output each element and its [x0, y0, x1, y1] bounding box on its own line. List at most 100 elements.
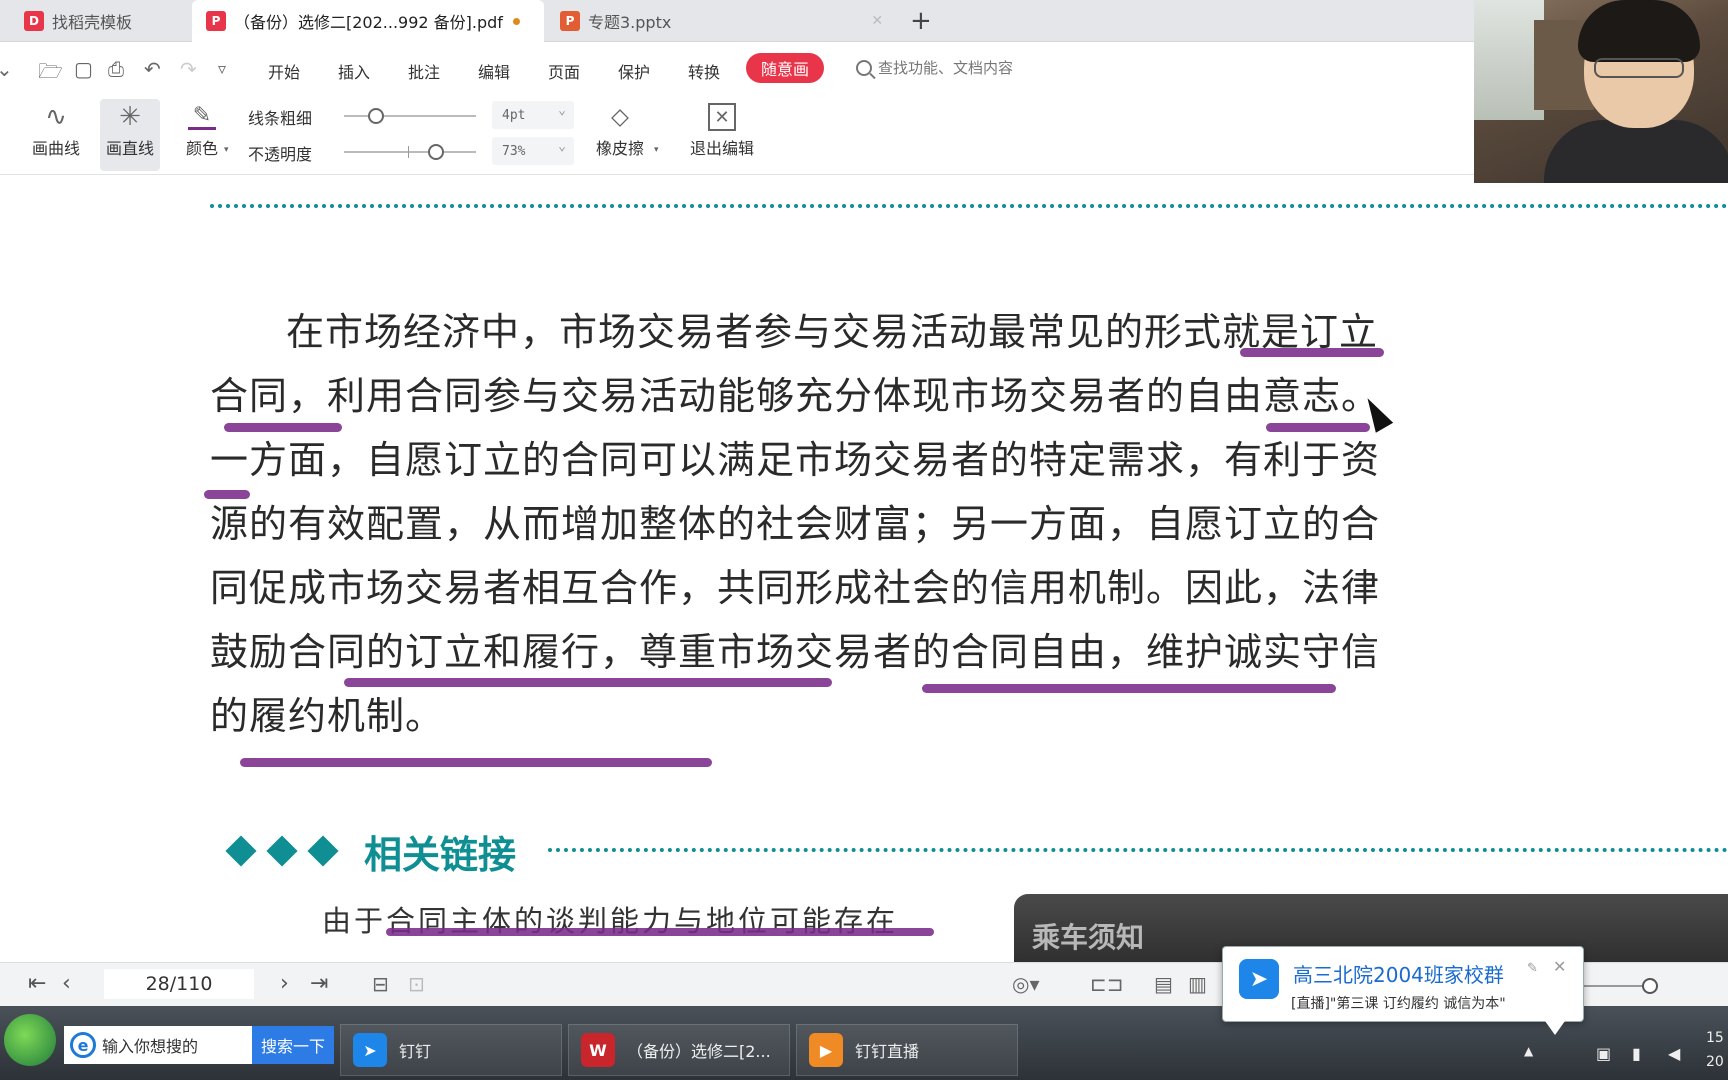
- document-page: 在市场经济中，市场交易者参与交易活动最常见的形式就是订立合同，利用合同参与交易活…: [0, 176, 1728, 962]
- taskbar-app-label: （备份）选修二[2...: [627, 1042, 771, 1061]
- notification-message: [直播]"第三课 订约履约 诚信为本": [1291, 996, 1506, 1012]
- menu-annotate[interactable]: 批注: [408, 59, 440, 83]
- color-dropdown-icon[interactable]: ▾: [224, 145, 229, 155]
- dingtalk-live-icon: ▶: [809, 1033, 843, 1067]
- start-button[interactable]: [4, 1014, 56, 1066]
- photo-caption: 乘车须知: [1032, 921, 1145, 954]
- rotate-icon[interactable]: ⊟: [372, 972, 389, 996]
- clock-time[interactable]: 15: [1706, 1030, 1724, 1046]
- opacity-slider[interactable]: [344, 144, 476, 160]
- eraser-label: 橡皮擦: [596, 139, 645, 158]
- thickness-slider[interactable]: [344, 108, 476, 124]
- eraser-icon: ⬦: [610, 101, 630, 132]
- exit-edit-button[interactable]: ✕ 退出编辑: [690, 99, 754, 159]
- notification-title: 高三北院2004班家校群: [1293, 963, 1504, 987]
- wps-icon: W: [581, 1033, 615, 1067]
- dingtalk-notification[interactable]: ➤ 高三北院2004班家校群 [直播]"第三课 订约履约 诚信为本" ✎ ✕: [1222, 946, 1584, 1035]
- page-number-field[interactable]: 28/110: [104, 969, 254, 999]
- diamond-bullet-icon: [225, 835, 257, 867]
- taskbar-search-button[interactable]: 搜索一下: [252, 1026, 334, 1064]
- ie-icon: e: [70, 1032, 96, 1058]
- search-icon: [856, 59, 872, 76]
- annotation-underline: [1266, 423, 1370, 432]
- print-icon[interactable]: ⎙: [108, 57, 124, 81]
- customize-dropdown-icon[interactable]: ▿: [218, 59, 226, 78]
- pin-icon[interactable]: ✎: [1527, 961, 1538, 976]
- draw-line-tool[interactable]: ✳ 画直线: [100, 99, 161, 171]
- tab-label: 找稻壳模板: [52, 13, 133, 32]
- close-icon[interactable]: ✕: [1553, 957, 1566, 976]
- pen-color-icon: ✎: [188, 99, 216, 135]
- tab-docer-templates[interactable]: D 找稻壳模板: [16, 0, 184, 42]
- pdf-app-window: D 找稻壳模板 P （备份）选修二[202...992 备份].pdf P 专题…: [0, 0, 1728, 1080]
- fit-width-icon[interactable]: ⊏⊐: [1090, 972, 1124, 996]
- next-page-icon[interactable]: ›: [280, 971, 289, 996]
- unsaved-dot-icon: [512, 17, 520, 25]
- eraser-tool[interactable]: ⬦ 橡皮擦: [596, 99, 644, 159]
- diamond-bullet-icon: [266, 835, 298, 867]
- prev-page-icon[interactable]: ‹: [62, 971, 71, 996]
- single-page-icon[interactable]: ▤: [1154, 972, 1173, 996]
- taskbar-app-dingtalk[interactable]: ➤ 钉钉: [340, 1024, 562, 1076]
- close-tab-icon[interactable]: ✕: [871, 13, 883, 29]
- color-picker[interactable]: ✎ 颜色: [186, 99, 218, 159]
- eraser-dropdown-icon[interactable]: ▾: [654, 145, 659, 155]
- thickness-select[interactable]: 4pt: [492, 101, 574, 129]
- feature-search[interactable]: 查找功能、文档内容: [856, 57, 1013, 78]
- notification-tail: [1545, 1021, 1565, 1035]
- menu-start[interactable]: 开始: [268, 59, 300, 83]
- first-page-icon[interactable]: ⇤: [28, 971, 46, 996]
- taskbar-app-dingtalk-live[interactable]: ▶ 钉钉直播: [796, 1024, 1018, 1076]
- webcam-person-body: [1544, 120, 1728, 183]
- draw-toolbar: ∿ 画曲线 ✳ 画直线 ✎ 颜色 ▾ 线条粗细 4pt 不透明度 73% ⬦: [0, 95, 1728, 175]
- diamond-bullet-icon: [307, 835, 339, 867]
- menu-edit[interactable]: 编辑: [478, 59, 510, 83]
- exit-fullscreen-icon[interactable]: ⊡: [408, 972, 425, 996]
- opacity-select[interactable]: 73%: [492, 137, 574, 165]
- open-folder-icon[interactable]: 🗁: [38, 57, 63, 91]
- draw-curve-label: 画曲线: [32, 139, 81, 158]
- dingtalk-icon: ➤: [353, 1033, 387, 1067]
- menu-protect[interactable]: 保护: [618, 59, 650, 83]
- save-icon[interactable]: ▢: [74, 57, 93, 81]
- opacity-label: 不透明度: [248, 145, 313, 164]
- exit-icon: ✕: [708, 99, 736, 135]
- search-placeholder: 查找功能、文档内容: [878, 59, 1014, 77]
- tab-pptx-document[interactable]: P 专题3.pptx ✕: [556, 0, 884, 42]
- draw-line-label: 画直线: [106, 139, 155, 158]
- opacity-knob[interactable]: [428, 144, 444, 160]
- line-sparkle-icon: ✳: [119, 102, 141, 132]
- annotation-underline: [1240, 348, 1384, 357]
- section-title: 相关链接: [364, 833, 517, 877]
- dotted-divider: [210, 204, 1728, 208]
- new-tab-button[interactable]: +: [910, 6, 932, 36]
- taskbar-search-input[interactable]: e 输入你想搜的: [64, 1026, 252, 1064]
- webcam-overlay: [1474, 0, 1728, 183]
- menu-convert[interactable]: 转换: [688, 59, 720, 83]
- volume-icon[interactable]: ◀: [1668, 1044, 1680, 1063]
- thickness-knob[interactable]: [368, 108, 384, 124]
- tab-strip: D 找稻壳模板 P （备份）选修二[202...992 备份].pdf P 专题…: [0, 0, 1728, 42]
- webcam-person-glasses: [1594, 58, 1684, 78]
- eye-protection-icon[interactable]: ◎▾: [1012, 972, 1040, 996]
- two-page-icon[interactable]: ▥: [1188, 972, 1207, 996]
- collapse-icon[interactable]: ⌄: [0, 57, 13, 81]
- zoom-knob[interactable]: [1642, 978, 1658, 994]
- tray-clipboard-icon[interactable]: ▣: [1596, 1044, 1611, 1063]
- network-icon[interactable]: ▮: [1632, 1044, 1641, 1063]
- menu-freehand-draw[interactable]: 随意画: [746, 53, 824, 83]
- menu-row: ⌄ 🗁 ▢ ⎙ ↶ ↷ ▿ 开始 插入 批注 编辑 页面 保护 转换 随意画 查…: [0, 43, 1728, 95]
- section-dotted-divider: [548, 848, 1728, 852]
- draw-curve-tool[interactable]: ∿ 画曲线: [32, 99, 80, 159]
- clock-date[interactable]: 20: [1706, 1054, 1724, 1070]
- menu-page[interactable]: 页面: [548, 59, 580, 83]
- taskbar-app-label: 钉钉: [399, 1042, 432, 1061]
- menu-insert[interactable]: 插入: [338, 59, 370, 83]
- redo-icon[interactable]: ↷: [180, 57, 197, 81]
- annotation-underline: [922, 684, 1336, 693]
- undo-icon[interactable]: ↶: [144, 57, 161, 81]
- taskbar-app-wps-pdf[interactable]: W （备份）选修二[2...: [568, 1024, 790, 1076]
- tray-expand-icon[interactable]: ▲: [1524, 1044, 1533, 1058]
- tab-pdf-document[interactable]: P （备份）选修二[202...992 备份].pdf: [192, 0, 544, 42]
- last-page-icon[interactable]: ⇥: [310, 971, 328, 996]
